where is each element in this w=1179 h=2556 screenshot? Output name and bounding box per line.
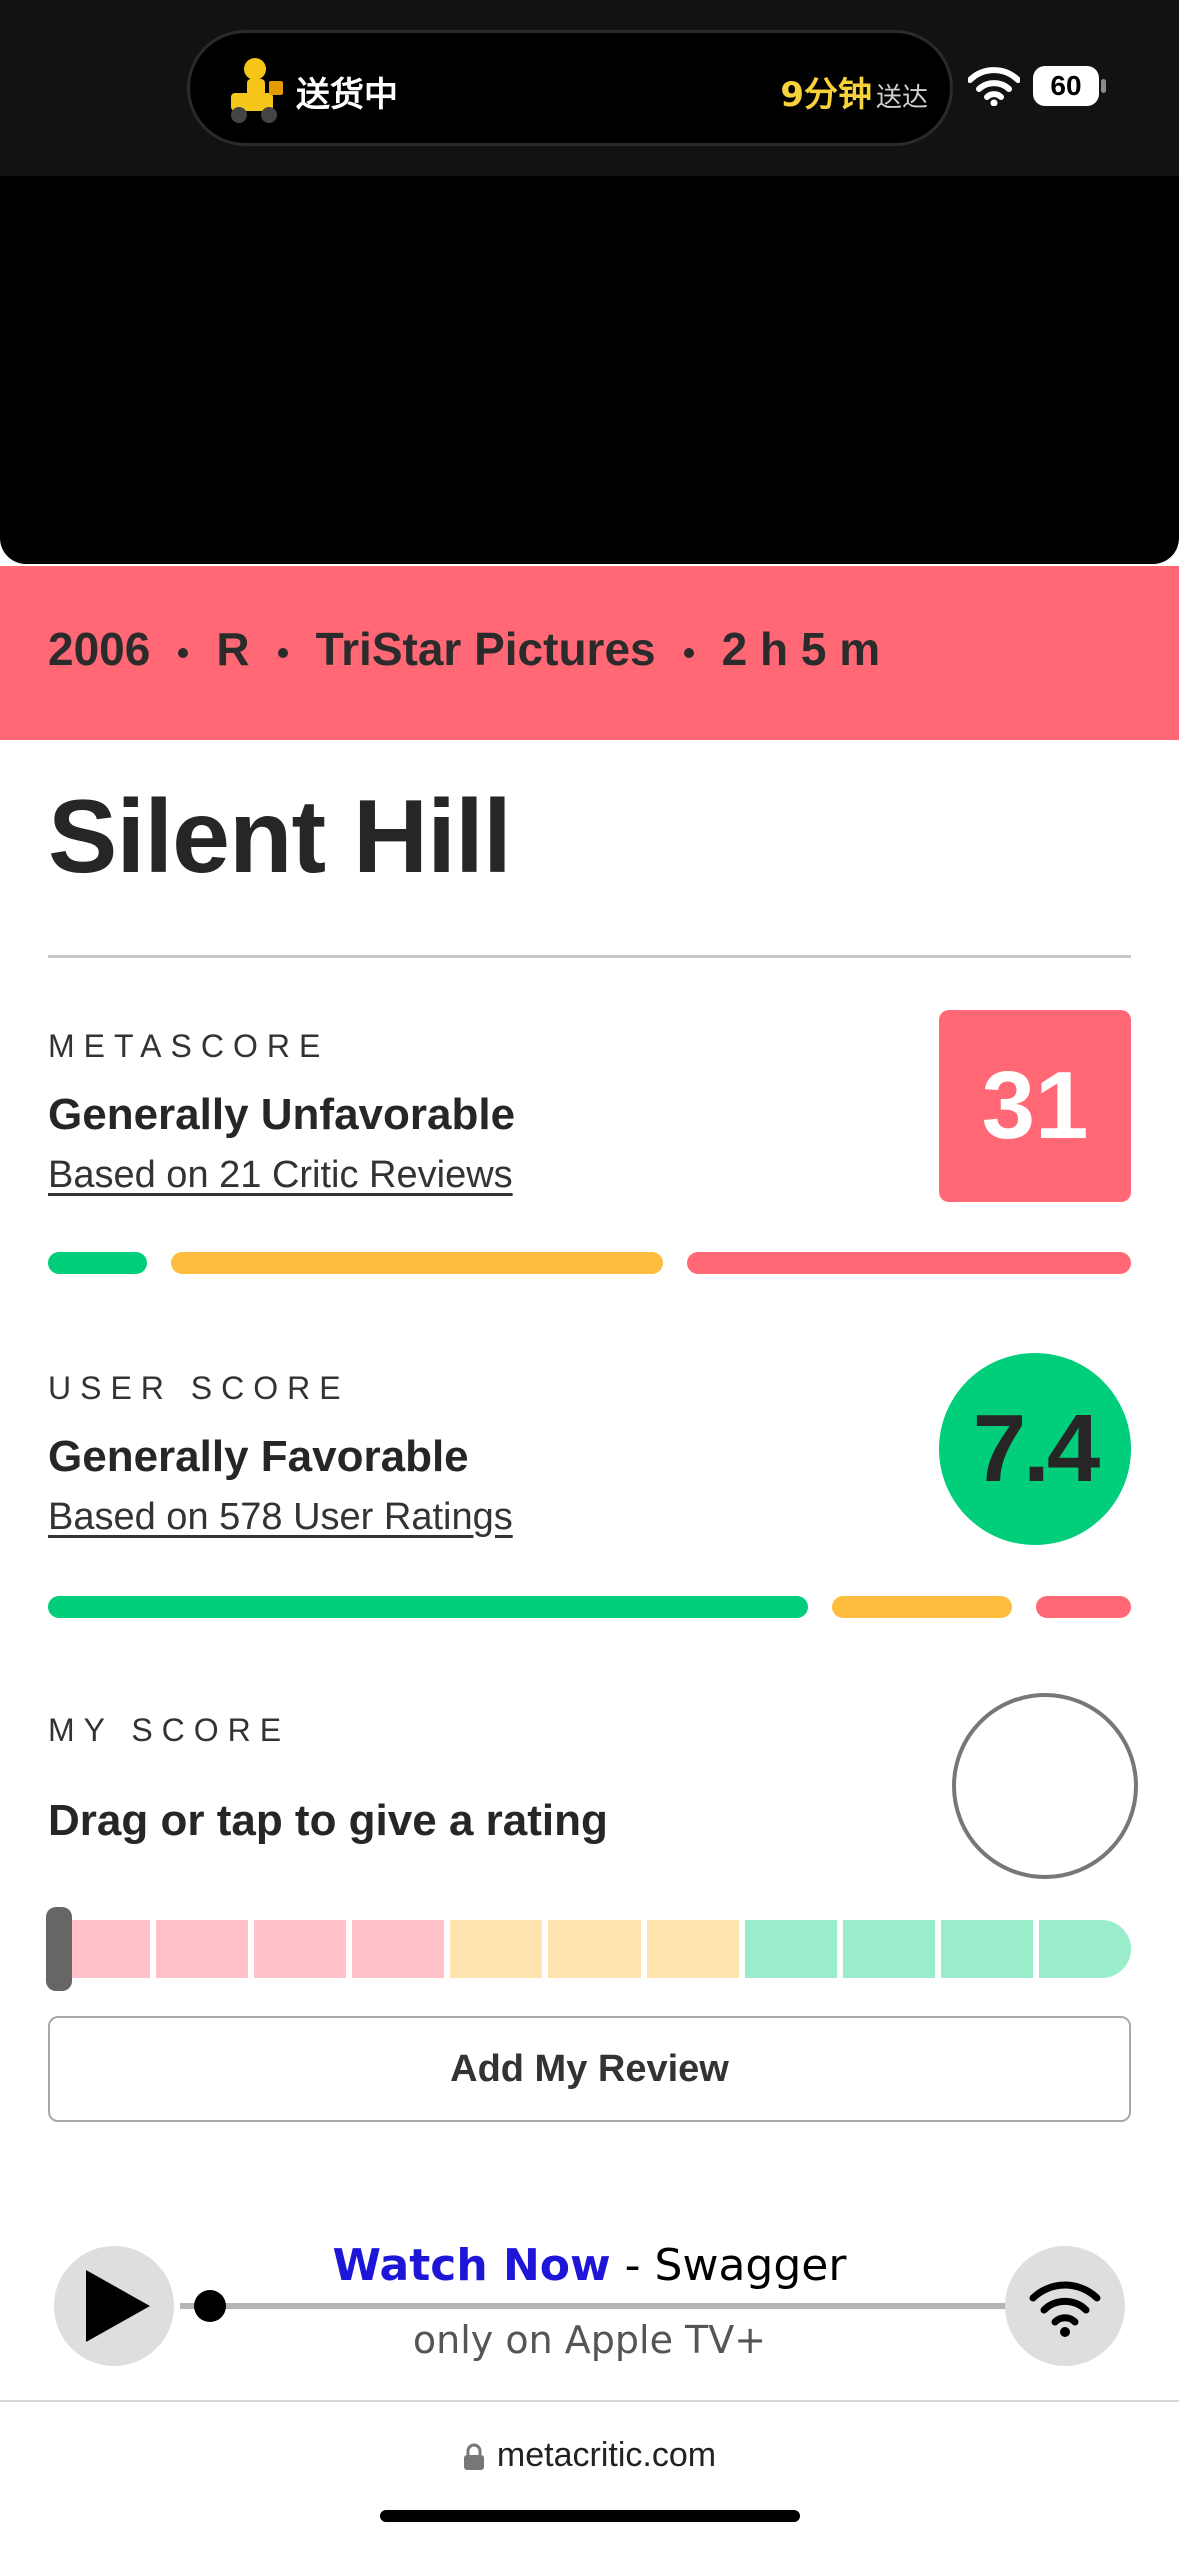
- user-ratings-link[interactable]: Based on 578 User Ratings: [48, 1496, 513, 1539]
- runtime: 2 h 5 m: [721, 623, 881, 675]
- rating-prompt: Drag or tap to give a rating: [48, 1796, 608, 1845]
- metascore-verdict: Generally Unfavorable: [48, 1090, 516, 1139]
- url-text: metacritic.com: [496, 2436, 717, 2474]
- my-score-badge: [952, 1693, 1138, 1879]
- rating-segment[interactable]: [842, 1920, 935, 1978]
- ad-show-title: Swagger: [654, 2240, 847, 2291]
- user-score-verdict: Generally Favorable: [48, 1432, 469, 1481]
- eta-suffix: 送达: [875, 83, 928, 113]
- rating-segment[interactable]: [450, 1920, 543, 1978]
- movie-info-band: 2006 R TriStar Pictures 2 h 5 m: [0, 566, 1179, 740]
- ad-progress-track[interactable]: [180, 2303, 1010, 2309]
- rating-segment[interactable]: [352, 1920, 445, 1978]
- home-indicator[interactable]: [380, 2510, 800, 2522]
- divider: [48, 955, 1131, 958]
- distribution-segment-negative: [1035, 1596, 1131, 1618]
- distribution-segment-mixed: [170, 1252, 664, 1274]
- mpaa-rating: R: [216, 623, 250, 675]
- user-score-label: USER SCORE: [48, 1370, 350, 1406]
- wireless-cast-icon: [1029, 2281, 1101, 2337]
- metascore-badge: 31: [939, 1010, 1131, 1202]
- rating-slider[interactable]: [58, 1920, 1131, 1978]
- status-bar: 送货中 9分钟 送达 60: [0, 0, 1179, 176]
- add-review-button[interactable]: Add My Review: [48, 2016, 1131, 2122]
- studio: TriStar Pictures: [315, 623, 656, 675]
- battery-level: 60: [1050, 70, 1082, 101]
- distribution-segment-negative: [687, 1252, 1131, 1274]
- my-score-label: MY SCORE: [48, 1712, 291, 1748]
- eta-time: 9分钟: [780, 75, 872, 115]
- user-score-badge: 7.4: [939, 1353, 1131, 1545]
- delivery-courier-icon: [231, 58, 283, 123]
- ad-subtitle: only on Apple TV+: [412, 2318, 767, 2362]
- critic-reviews-link[interactable]: Based on 21 Critic Reviews: [48, 1154, 513, 1197]
- rating-segment[interactable]: [548, 1920, 641, 1978]
- rating-segment[interactable]: [156, 1920, 249, 1978]
- distribution-segment-positive: [48, 1596, 809, 1618]
- separator-dot: [178, 647, 189, 658]
- movie-title: Silent Hill: [48, 779, 512, 895]
- rating-segment[interactable]: [940, 1920, 1033, 1978]
- ad-headline: Watch Now - Swagger: [0, 2240, 1179, 2291]
- wifi-icon: [968, 67, 1020, 106]
- separator-dot: [683, 647, 694, 658]
- rating-segment[interactable]: [744, 1920, 837, 1978]
- cast-button[interactable]: [1005, 2246, 1125, 2366]
- distribution-segment-positive: [48, 1252, 147, 1274]
- eta: 9分钟 送达: [780, 67, 928, 116]
- battery-nub: [1101, 79, 1106, 93]
- lock-icon: [463, 2443, 484, 2471]
- watch-now-link[interactable]: Watch Now: [333, 2240, 611, 2291]
- rating-segment[interactable]: [254, 1920, 347, 1978]
- distribution-segment-mixed: [832, 1596, 1012, 1618]
- separator-dot: [277, 647, 288, 658]
- rating-segment[interactable]: [646, 1920, 739, 1978]
- movie-details: 2006 R TriStar Pictures 2 h 5 m: [48, 622, 880, 676]
- release-year: 2006: [48, 623, 151, 675]
- trailer-video-area[interactable]: [0, 176, 1179, 564]
- rating-segment[interactable]: [1038, 1920, 1131, 1978]
- browser-url-bar: [0, 2402, 1179, 2556]
- dynamic-island[interactable]: 送货中 9分钟 送达: [187, 30, 953, 146]
- metascore-label: METASCORE: [48, 1028, 330, 1064]
- rating-slider-handle[interactable]: [46, 1907, 72, 1991]
- url-display[interactable]: metacritic.com: [0, 2436, 1179, 2475]
- live-activity-label: 送货中: [296, 75, 398, 115]
- ad-separator: -: [610, 2240, 655, 2291]
- battery-icon: 60: [1033, 66, 1107, 106]
